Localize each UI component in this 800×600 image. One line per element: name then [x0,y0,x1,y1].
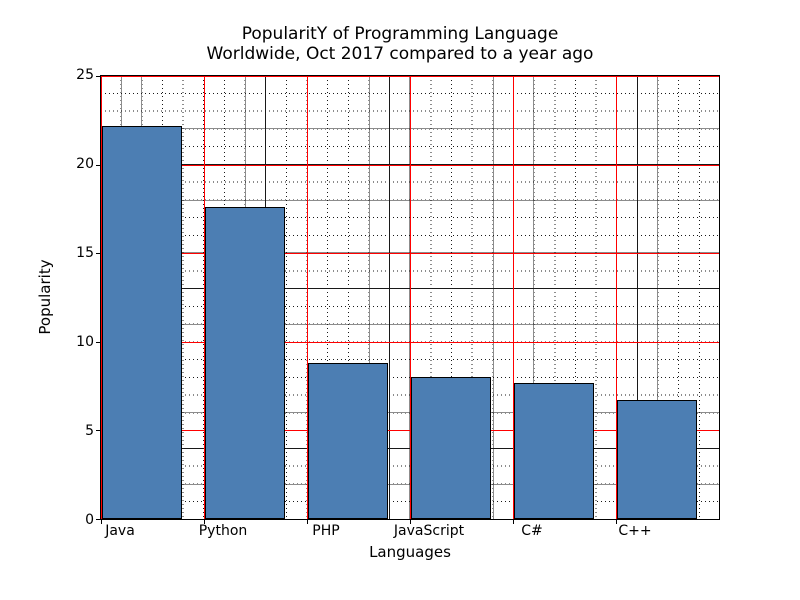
ytick-10: 10 [54,334,94,350]
bar-php [308,363,388,519]
plot-area [100,75,720,520]
bar-c- [617,400,697,519]
xtick-c-: C++ [618,523,651,539]
xtick-javascript: JavaScript [394,523,464,539]
xtick-php: PHP [312,523,339,539]
ytick-0: 0 [54,512,94,528]
chart-title-line2: Worldwide, Oct 2017 compared to a year a… [0,44,800,64]
xtick-java: Java [105,523,135,539]
bar-javascript [411,377,491,519]
ytick-20: 20 [54,156,94,172]
ytick-25: 25 [54,67,94,83]
ytick-15: 15 [54,245,94,261]
y-axis-label: Popularity [36,259,54,334]
bar-python [205,207,285,519]
bar-c- [514,383,594,519]
chart-container: PopularitY of Programming Language World… [0,0,800,600]
chart-title-line1: PopularitY of Programming Language [0,24,800,44]
xtick-python: Python [199,523,248,539]
xtick-c-: C# [521,523,543,539]
ytick-5: 5 [54,423,94,439]
bar-java [102,126,182,519]
x-axis-label: Languages [369,543,451,561]
